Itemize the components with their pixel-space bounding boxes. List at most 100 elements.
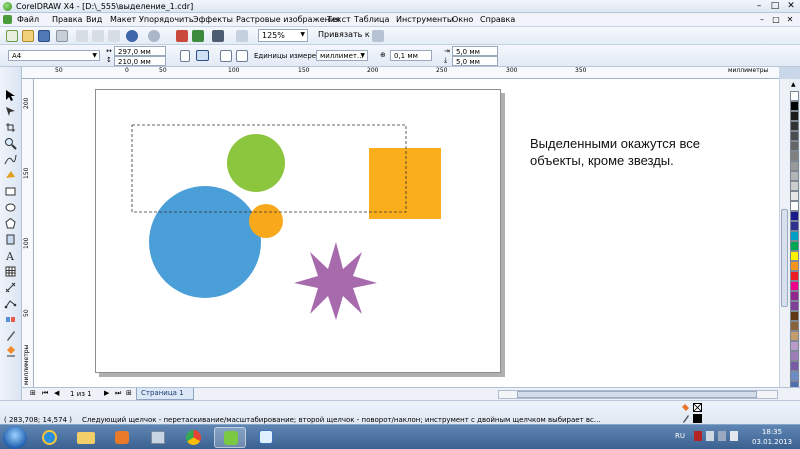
- palette-swatch[interactable]: [790, 361, 799, 371]
- tray-app-icon[interactable]: [694, 431, 702, 441]
- blend-tool-icon[interactable]: [4, 313, 17, 326]
- import-icon[interactable]: [176, 30, 188, 42]
- landscape-icon[interactable]: [196, 50, 209, 61]
- pick-tool-icon[interactable]: [4, 89, 17, 102]
- application-launcher-icon[interactable]: [212, 30, 224, 42]
- palette-swatch[interactable]: [790, 201, 799, 211]
- menu-file[interactable]: Файл: [17, 15, 39, 24]
- copy-icon[interactable]: [92, 30, 104, 42]
- palette-swatch[interactable]: [790, 171, 799, 181]
- horizontal-scrollbar[interactable]: [498, 390, 778, 399]
- green-circle[interactable]: [227, 134, 285, 192]
- language-indicator[interactable]: RU: [675, 432, 685, 440]
- menu-layout[interactable]: Макет: [110, 15, 136, 24]
- paper-size-dropdown[interactable]: A4 ▼: [8, 50, 100, 61]
- ellipse-tool-icon[interactable]: [4, 201, 17, 214]
- purple-star[interactable]: [294, 242, 377, 320]
- menu-tools[interactable]: Инструменты: [396, 15, 453, 24]
- table-tool-icon[interactable]: [4, 265, 17, 278]
- orange-square[interactable]: [369, 148, 441, 219]
- palette-swatch[interactable]: [790, 211, 799, 221]
- redo-icon[interactable]: [148, 30, 160, 42]
- palette-swatch[interactable]: [790, 121, 799, 131]
- palette-swatch[interactable]: [790, 161, 799, 171]
- palette-swatch[interactable]: [790, 311, 799, 321]
- palette-swatch[interactable]: [790, 371, 799, 381]
- palette-swatch[interactable]: [790, 341, 799, 351]
- maximize-button[interactable]: □: [768, 1, 782, 12]
- undo-icon[interactable]: [126, 30, 138, 42]
- fill-icon[interactable]: [681, 403, 690, 412]
- tray-volume-icon[interactable]: [730, 431, 738, 441]
- save-icon[interactable]: [38, 30, 50, 42]
- add-page-after-icon[interactable]: ⊞: [126, 389, 132, 397]
- palette-swatch[interactable]: [790, 251, 799, 261]
- polygon-tool-icon[interactable]: [4, 217, 17, 230]
- welcome-screen-icon[interactable]: [236, 30, 248, 42]
- menu-edit[interactable]: Правка: [52, 15, 82, 24]
- palette-swatch[interactable]: [790, 91, 799, 101]
- menu-text[interactable]: Текст: [327, 15, 351, 24]
- menu-view[interactable]: Вид: [86, 15, 102, 24]
- duplicate-distance-y-field[interactable]: 5,0 мм: [452, 56, 498, 66]
- vertical-scroll-thumb[interactable]: [781, 209, 788, 307]
- vertical-ruler[interactable]: 200 150 100 50 миллиметры: [22, 79, 34, 387]
- menu-arrange[interactable]: Упорядочить: [139, 15, 194, 24]
- palette-swatch[interactable]: [790, 261, 799, 271]
- outline-pen-tool-icon[interactable]: [4, 329, 17, 342]
- palette-swatch[interactable]: [790, 351, 799, 361]
- crop-tool-icon[interactable]: [4, 121, 17, 134]
- tray-flag-icon[interactable]: [706, 431, 714, 441]
- snap-to-button[interactable]: Привязать к ▼: [318, 30, 377, 39]
- add-page-icon[interactable]: ⊞: [30, 389, 36, 397]
- horizontal-ruler[interactable]: 50 0 50 100 150 200 250 300 350 миллимет…: [22, 67, 779, 79]
- palette-swatch[interactable]: [790, 241, 799, 251]
- tray-network-icon[interactable]: [718, 431, 726, 441]
- palette-swatch[interactable]: [790, 191, 799, 201]
- vertical-scrollbar[interactable]: [779, 79, 789, 387]
- menu-table[interactable]: Таблица: [354, 15, 389, 24]
- page-tab[interactable]: Страница 1: [136, 388, 194, 400]
- parallel-dimension-tool-icon[interactable]: [4, 281, 17, 294]
- portrait-icon[interactable]: [180, 50, 190, 62]
- rectangle-tool-icon[interactable]: [4, 185, 17, 198]
- palette-swatch[interactable]: [790, 271, 799, 281]
- palette-swatch[interactable]: [790, 141, 799, 151]
- palette-swatch[interactable]: [790, 151, 799, 161]
- nudge-distance-field[interactable]: 0,1 мм: [390, 50, 432, 61]
- all-pages-icon[interactable]: [220, 50, 232, 62]
- palette-swatch[interactable]: [790, 321, 799, 331]
- menu-window[interactable]: Окно: [452, 15, 473, 24]
- prev-page-icon[interactable]: ◀: [54, 389, 59, 397]
- first-page-icon[interactable]: ⏮: [42, 389, 48, 398]
- zoom-tool-icon[interactable]: [4, 137, 17, 150]
- paste-icon[interactable]: [108, 30, 120, 42]
- files-icon[interactable]: [142, 427, 174, 448]
- close-button[interactable]: ✕: [784, 1, 798, 12]
- connector-tool-icon[interactable]: [4, 297, 17, 310]
- fill-tool-icon[interactable]: [4, 345, 17, 358]
- drawing-canvas[interactable]: Выделенными окажутся все объекты, кроме …: [34, 79, 779, 387]
- doc-close-button[interactable]: ✕: [785, 15, 795, 25]
- last-page-icon[interactable]: ⏭: [115, 389, 121, 398]
- units-dropdown[interactable]: миллимет... ▼: [316, 50, 368, 61]
- menu-effects[interactable]: Эффекты: [193, 15, 233, 24]
- chrome-icon[interactable]: [178, 427, 210, 448]
- start-button[interactable]: [3, 426, 27, 449]
- freehand-tool-icon[interactable]: [4, 153, 17, 166]
- menu-bitmaps[interactable]: Растровые изображения: [236, 15, 340, 24]
- print-icon[interactable]: [56, 30, 68, 42]
- doc-restore-button[interactable]: □: [771, 15, 781, 25]
- duplicate-distance-x-field[interactable]: 5,0 мм: [452, 46, 498, 56]
- tray-clock[interactable]: 18:35 03.01.2013: [752, 427, 792, 447]
- palette-swatch[interactable]: [790, 181, 799, 191]
- blue-circle[interactable]: [149, 186, 261, 298]
- current-page-icon[interactable]: [236, 50, 248, 62]
- corel-capture-icon[interactable]: [250, 427, 282, 448]
- text-tool-icon[interactable]: A: [4, 249, 17, 262]
- export-icon[interactable]: [192, 30, 204, 42]
- palette-swatch[interactable]: [790, 221, 799, 231]
- palette-swatch[interactable]: [790, 231, 799, 241]
- cut-icon[interactable]: [76, 30, 88, 42]
- shape-tool-icon[interactable]: [4, 105, 17, 118]
